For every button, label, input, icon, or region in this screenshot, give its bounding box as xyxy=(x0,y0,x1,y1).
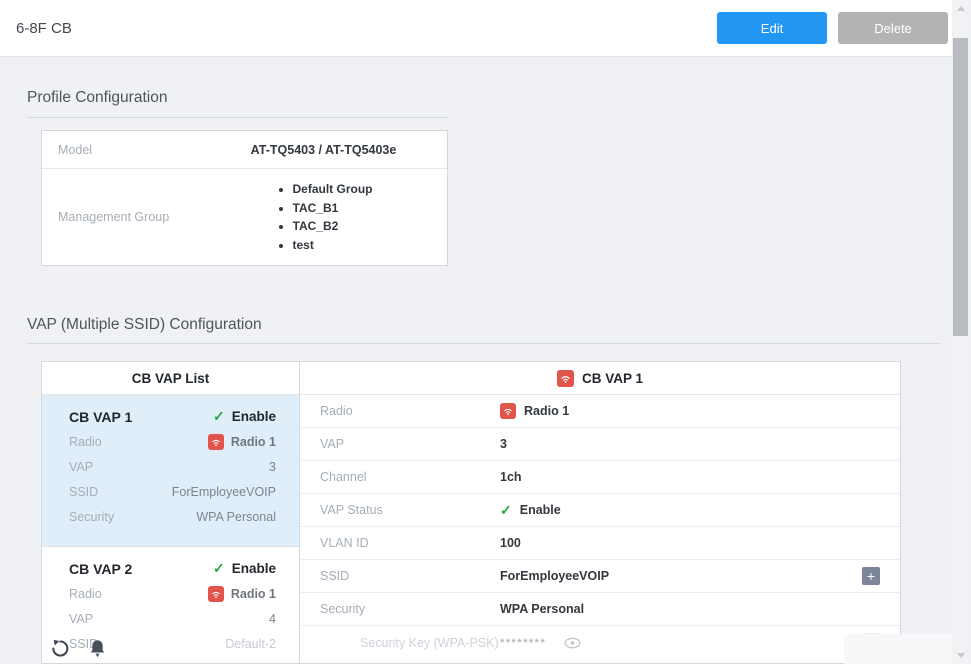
security-value: WPA Personal xyxy=(196,510,276,524)
show-password-icon[interactable] xyxy=(564,637,581,649)
vap-label: VAP xyxy=(69,612,93,626)
vap-card-cb-vap-1[interactable]: CB VAP 1 ✓ Enable Radio Radio 1 VAP 3 xyxy=(42,395,299,547)
vertical-scrollbar[interactable] xyxy=(953,0,968,664)
management-group-item: TAC_B1 xyxy=(293,201,373,215)
detail-row-security-key: Security Key (WPA-PSK) ******** + xyxy=(300,626,900,659)
vap-detail-header: CB VAP 1 xyxy=(300,362,900,395)
footer-icons xyxy=(50,638,107,659)
model-label: Model xyxy=(42,131,200,168)
model-row: Model AT-TQ5403 / AT-TQ5403e xyxy=(42,131,447,169)
detail-row-vap-status: VAP Status ✓ Enable xyxy=(300,494,900,527)
top-bar: 6-8F CB Edit Delete xyxy=(0,0,952,57)
wifi-icon xyxy=(208,434,224,450)
profile-table: Model AT-TQ5403 / AT-TQ5403e Management … xyxy=(41,130,448,266)
management-group-item: test xyxy=(293,238,373,252)
scroll-down-icon[interactable] xyxy=(957,653,965,658)
refresh-icon[interactable] xyxy=(50,638,71,659)
edit-button[interactable]: Edit xyxy=(717,12,827,44)
vap-section-divider xyxy=(27,343,940,344)
detail-row-vlan-id: VLAN ID 100 xyxy=(300,527,900,560)
vap-card-status: ✓ Enable xyxy=(213,408,276,425)
model-value: AT-TQ5403 / AT-TQ5403e xyxy=(200,131,447,168)
ssid-value: Default-2 xyxy=(225,637,276,651)
vap-card-status-label: Enable xyxy=(232,561,276,576)
cb-vap-1-detail: CB VAP 1 Radio Radio 1 VAP 3 Channel 1ch… xyxy=(300,361,901,664)
management-group-item: TAC_B2 xyxy=(293,219,373,233)
detail-row-security: Security WPA Personal xyxy=(300,593,900,626)
vap-card-status: ✓ Enable xyxy=(213,560,276,577)
detail-row-radio: Radio Radio 1 xyxy=(300,395,900,428)
vap-value: 3 xyxy=(269,460,276,474)
check-icon: ✓ xyxy=(213,408,225,425)
management-group-label: Management Group xyxy=(42,169,200,265)
ssid-add-button[interactable]: + xyxy=(862,567,880,585)
vap-section-title: VAP (Multiple SSID) Configuration xyxy=(27,316,262,334)
radio-label: Radio xyxy=(69,435,102,449)
vap-detail-title: CB VAP 1 xyxy=(582,371,643,386)
management-group-row: Management Group Default Group TAC_B1 TA… xyxy=(42,169,447,265)
cb-vap-list: CB VAP List CB VAP 1 ✓ Enable Radio Radi… xyxy=(41,361,300,664)
vap-card-status-label: Enable xyxy=(232,409,276,424)
scroll-up-icon[interactable] xyxy=(957,6,965,11)
ssid-value: ForEmployeeVOIP xyxy=(172,485,276,499)
radio-value: Radio 1 xyxy=(208,434,276,450)
profile-section-divider xyxy=(27,117,448,118)
vap-card-title: CB VAP 1 xyxy=(69,409,132,425)
vap-card-title: CB VAP 2 xyxy=(69,561,132,577)
check-icon: ✓ xyxy=(213,560,225,577)
vap-configuration: CB VAP List CB VAP 1 ✓ Enable Radio Radi… xyxy=(41,361,901,664)
management-group-value: Default Group TAC_B1 TAC_B2 test xyxy=(200,169,447,265)
management-group-item: Default Group xyxy=(293,182,373,196)
cb-vap-list-header: CB VAP List xyxy=(42,362,299,395)
wifi-icon xyxy=(500,403,516,419)
notification-bell-icon[interactable] xyxy=(88,638,107,659)
radio-value: Radio 1 xyxy=(208,586,276,602)
profile-section-title: Profile Configuration xyxy=(27,89,167,107)
check-icon: ✓ xyxy=(500,502,512,519)
wifi-icon xyxy=(208,586,224,602)
management-group-list: Default Group TAC_B1 TAC_B2 test xyxy=(275,178,373,257)
delete-button[interactable]: Delete xyxy=(838,12,948,44)
ssid-label: SSID xyxy=(69,485,98,499)
page-title: 6-8F CB xyxy=(16,20,72,37)
detail-row-channel: Channel 1ch xyxy=(300,461,900,494)
topbar-buttons: Edit Delete xyxy=(717,12,948,44)
radio-label: Radio xyxy=(69,587,102,601)
vap-label: VAP xyxy=(69,460,93,474)
vap-value: 4 xyxy=(269,612,276,626)
wifi-icon xyxy=(557,370,574,387)
detail-row-vap: VAP 3 xyxy=(300,428,900,461)
security-label: Security xyxy=(69,510,114,524)
scrollbar-thumb[interactable] xyxy=(953,38,968,336)
detail-row-ssid: SSID ForEmployeeVOIP + xyxy=(300,560,900,593)
bottom-right-panel xyxy=(844,634,952,664)
